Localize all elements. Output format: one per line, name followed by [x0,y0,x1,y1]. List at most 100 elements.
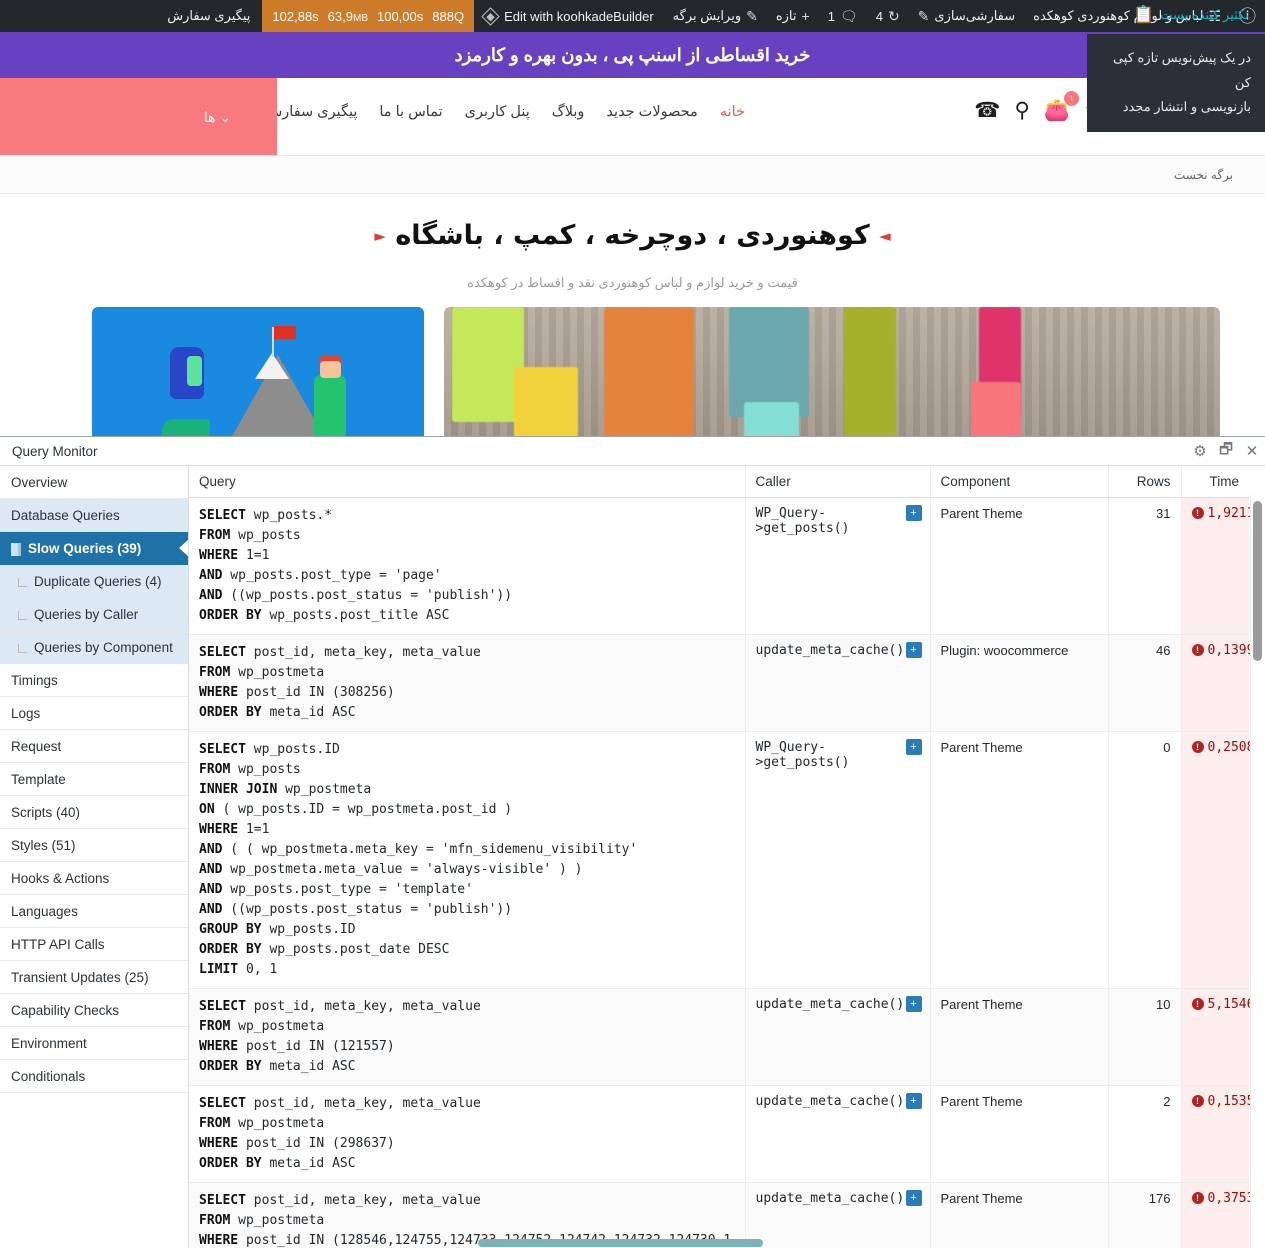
query-monitor-table-area: Query Caller Component Rows Time SELECT … [189,466,1265,1248]
table-row[interactable]: SELECT wp_posts.* FROM wp_posts WHERE 1=1 A… [189,497,1254,635]
post-duplicator-button[interactable]: تکثیر کننده پست 📋 [1133,6,1249,23]
sidebar-label: Conditionals [11,1068,86,1084]
column-header-rows[interactable]: Rows [1107,466,1181,498]
sidebar-item-environment[interactable]: Environment [0,1027,188,1060]
query-monitor-title: Query Monitor [12,443,98,459]
sidebar-item-http-api-calls[interactable]: HTTP API Calls [0,928,188,961]
adminbar-customize[interactable]: سفارشی‌سازی ✎ [909,0,1024,32]
sidebar-item-request[interactable]: Request [0,730,188,763]
sidebar-item-slow-queries[interactable]: Slow Queries (39) [0,532,188,565]
expand-toggle-button[interactable]: + [905,996,922,1012]
wp-admin-bar: ⓘ ☷ لباس و لوازم کوهنوردی کوهکده سفارشی‌… [0,0,1265,32]
sidebar-item-queries-by-caller[interactable]: Queries by Caller [0,598,188,631]
time-value: 0,3753 [1207,1191,1255,1206]
warning-icon: ! [1191,1095,1204,1107]
expand-toggle-button[interactable]: + [905,1093,922,1109]
sidebar-item-languages[interactable]: Languages [0,895,188,928]
nav-item-user-panel[interactable]: پنل کاربری [465,104,530,120]
qm-stat-timeout: 100,00s [376,8,424,24]
sidebar-label: Languages [11,903,78,919]
sidebar-item-logs[interactable]: Logs [0,697,188,730]
adminbar-new-content[interactable]: + تازه [767,0,819,32]
rows-count-cell: 0 [1107,731,1181,989]
query-sql-cell: SELECT post_id, meta_key, meta_value FROM… [189,988,745,1086]
nav-item-blog[interactable]: وبلاگ [552,104,585,120]
hero-banner-illustration[interactable] [92,307,424,457]
warning-icon: ! [1191,1192,1204,1204]
nav-item-order-tracking[interactable]: پیگیری سفارش [265,104,358,120]
expand-toggle-button[interactable]: + [905,642,922,658]
expand-toggle-button[interactable]: + [905,1190,922,1206]
page-subtitle: قیمت و خرید لوازم و لباس کوهنوردی نقد و … [467,275,798,290]
table-row[interactable]: SELECT wp_posts.ID FROM wp_posts INNER JOI… [189,731,1254,989]
query-monitor-panel: Query Monitor ⚙ 🗗 ✕ Overview Database Qu… [0,436,1265,1248]
sidebar-item-transient-updates[interactable]: Transient Updates (25) [0,961,188,994]
adminbar-query-monitor-stats[interactable]: 102,88s 63,9MB 100,00s 888Q [262,0,475,32]
cart-icon[interactable]: 👛 ۱ [1044,91,1080,121]
column-header-time[interactable]: Time [1180,466,1249,498]
nav-item-contact[interactable]: تماس با ما [379,104,442,120]
adminbar-edit-label: ویرایش برگه [672,8,742,23]
breadcrumb-item-home[interactable]: برگه نخست [1174,168,1233,182]
sidebar-item-timings[interactable]: Timings [0,664,188,697]
adminbar-track-order[interactable]: پیگیری سفارش [155,0,262,32]
horizontal-scrollbar-thumb[interactable] [478,1239,763,1247]
table-row[interactable]: SELECT post_id, meta_key, meta_value FROM… [189,1085,1254,1183]
column-header-caller[interactable]: Caller [744,466,930,498]
sidebar-item-conditionals[interactable]: Conditionals [0,1060,188,1093]
sidebar-item-hooks-actions[interactable]: Hooks & Actions [0,862,188,895]
caller-name: update_meta_cache() [755,997,905,1012]
sidebar-item-capability-checks[interactable]: Capability Checks [0,994,188,1027]
warning-icon: ! [1191,507,1204,519]
caller-cell: update_meta_cache() + [744,1182,930,1248]
sidebar-label: Overview [11,474,68,490]
climber-icon [314,361,346,455]
detach-window-icon[interactable]: 🗗 [1213,437,1239,466]
backpack-icon [170,347,204,399]
nav-item-new-products[interactable]: محصولات جدید [606,104,697,120]
main-navigation: خانه محصولات جدید وبلاگ پنل کاربری تماس … [265,104,745,120]
sidebar-item-styles[interactable]: Styles (51) [0,829,188,862]
component-cell: Parent Theme [929,988,1108,1086]
hero-image-row [0,291,1265,457]
column-header-component[interactable]: Component [929,466,1108,498]
component-cell: Parent Theme [929,497,1108,635]
sidebar-label: Queries by Component [34,639,173,655]
corner-branch-icon [18,643,27,653]
page-icon [11,542,21,556]
sidebar-label: Slow Queries (39) [28,540,142,556]
promo-notice-text: خرید اقساطی از اسنپ پی ، بدون بهره و کار… [454,44,811,65]
phone-icon[interactable]: ☎ [974,100,1000,121]
adminbar-builder-edit[interactable]: Edit with koohkadeBuilder [474,0,664,32]
column-header-query[interactable]: Query [189,466,745,498]
adminbar-edit-page[interactable]: ✎ ویرایش برگه [664,0,767,32]
table-row[interactable]: SELECT post_id, meta_key, meta_value FROM… [189,634,1254,732]
sidebar-item-duplicate-queries[interactable]: Duplicate Queries (4) [0,565,188,598]
nav-item-home[interactable]: خانه [720,104,745,120]
time-cell: ! 0,1399 [1180,634,1254,732]
sidebar-item-scripts[interactable]: Scripts (40) [0,796,188,829]
sidebar-item-template[interactable]: Template [0,763,188,796]
expand-toggle-button[interactable]: + [905,739,922,755]
settings-gear-icon[interactable]: ⚙ [1187,437,1213,466]
qm-stat-memory: 63,9MB [327,8,368,24]
caller-name: update_meta_cache() [755,643,905,658]
warning-icon: ! [1191,741,1204,753]
adminbar-updates[interactable]: ↻ 4 [867,0,909,32]
caller-cell: WP_Query->get_posts() + [744,497,930,635]
sidebar-label: Request [11,738,62,754]
sidebar-item-queries-by-component[interactable]: Queries by Component [0,631,188,664]
expand-toggle-button[interactable]: + [905,505,922,521]
close-icon[interactable]: ✕ [1239,437,1265,466]
sidebar-item-database-queries[interactable]: Database Queries [0,499,188,532]
adminbar-comments[interactable]: 🗨 1 [819,0,867,32]
sidebar-label: Styles (51) [11,837,76,853]
vertical-scrollbar-thumb[interactable] [1253,501,1262,661]
time-cell: ! 5,1546 [1180,988,1254,1086]
search-icon[interactable]: ⚲ [1014,100,1029,121]
sidebar-item-overview[interactable]: Overview [0,466,188,499]
table-row[interactable]: SELECT post_id, meta_key, meta_value FROM… [189,988,1254,1086]
header-category-dropdown[interactable]: ⌄ ها [0,78,277,156]
table-body: SELECT wp_posts.* FROM wp_posts WHERE 1=1 A… [189,497,1254,1248]
caller-cell: update_meta_cache() + [744,634,930,732]
